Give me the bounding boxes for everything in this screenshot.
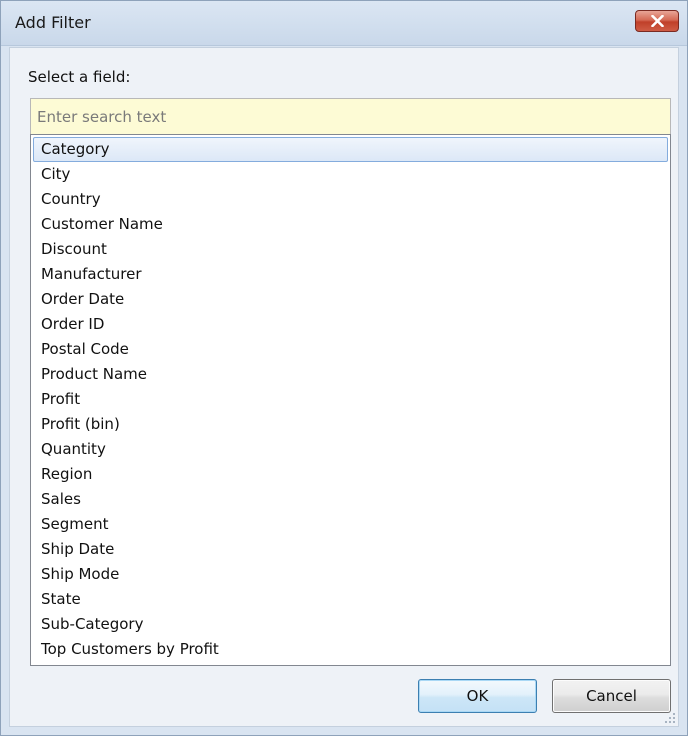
list-item[interactable]: Manufacturer <box>33 262 668 287</box>
search-input[interactable] <box>30 98 671 134</box>
close-icon <box>651 15 664 27</box>
list-item[interactable]: Sub-Category <box>33 612 668 637</box>
list-item[interactable]: State <box>33 587 668 612</box>
ok-button[interactable]: OK <box>418 679 537 713</box>
list-item[interactable]: Sales <box>33 487 668 512</box>
list-item[interactable]: Profit <box>33 387 668 412</box>
field-list[interactable]: Category City Country Customer Name Discount… <box>30 134 671 666</box>
list-item[interactable]: Customer Name <box>33 212 668 237</box>
list-item[interactable]: Category <box>33 137 668 162</box>
list-item[interactable]: Product Name <box>33 362 668 387</box>
list-item[interactable]: Ship Mode <box>33 562 668 587</box>
list-item[interactable]: Order ID <box>33 312 668 337</box>
cancel-button[interactable]: Cancel <box>552 679 671 713</box>
dialog-title: Add Filter <box>15 13 91 32</box>
add-filter-dialog: Add Filter Select a field: CategoryCityC… <box>0 0 688 736</box>
list-item[interactable]: Ship Date <box>33 537 668 562</box>
close-button[interactable] <box>635 10 679 32</box>
list-item[interactable]: Region <box>33 462 668 487</box>
list-item[interactable]: Top Customers by Profit <box>33 637 668 662</box>
list-item[interactable]: Quantity <box>33 437 668 462</box>
list-item[interactable]: Country <box>33 187 668 212</box>
list-item[interactable]: Segment <box>33 512 668 537</box>
list-item[interactable]: City <box>33 162 668 187</box>
title-bar[interactable]: Add Filter <box>1 1 687 46</box>
list-item[interactable]: Discount <box>33 237 668 262</box>
select-field-label: Select a field: <box>28 68 131 86</box>
list-item[interactable]: Postal Code <box>33 337 668 362</box>
resize-grip-icon[interactable] <box>664 712 676 724</box>
dialog-body: Select a field: CategoryCityCountryCusto… <box>9 47 679 727</box>
list-item[interactable]: Order Date <box>33 287 668 312</box>
list-item[interactable]: Profit (bin) <box>33 412 668 437</box>
